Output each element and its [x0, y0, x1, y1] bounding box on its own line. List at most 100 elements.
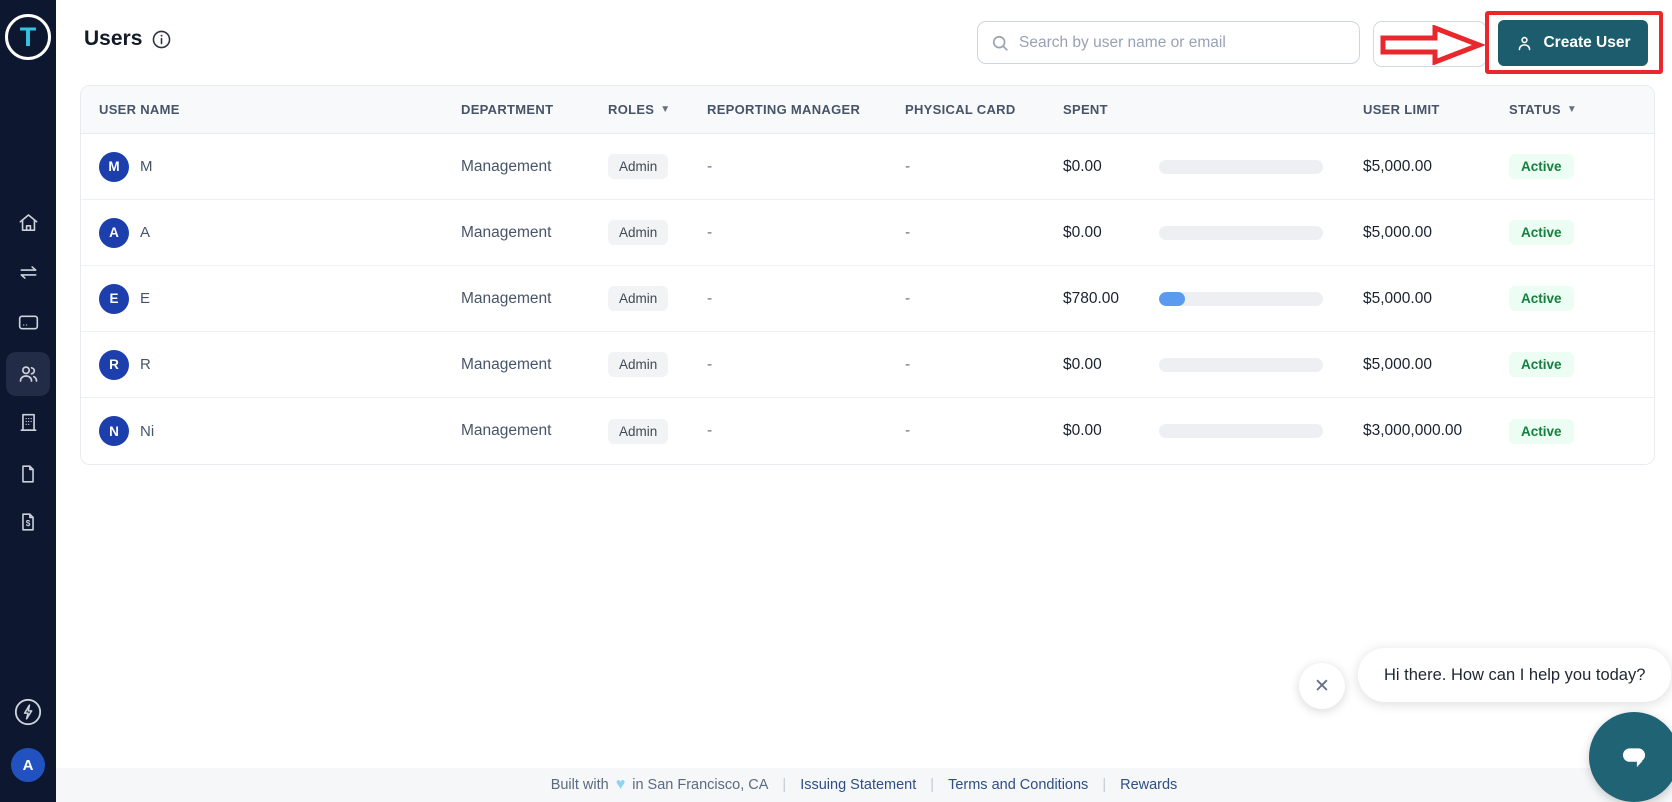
footer-separator: |	[782, 777, 787, 793]
department-cell: Management	[461, 422, 552, 439]
spent-cell: $780.00	[1063, 289, 1120, 307]
heart-icon: ♥	[615, 776, 626, 793]
role-badge: Admin	[608, 352, 669, 377]
user-avatar: A	[99, 217, 129, 248]
sidebar-item-home[interactable]	[6, 200, 50, 244]
building-icon	[19, 413, 37, 431]
create-user-button[interactable]: Create User	[1498, 20, 1648, 66]
sidebar: T $ A	[0, 0, 56, 802]
role-badge: Admin	[608, 286, 669, 311]
sidebar-item-company[interactable]	[6, 400, 50, 444]
users-icon	[19, 366, 38, 382]
footer-link-issuing-statement[interactable]: Issuing Statement	[800, 777, 916, 793]
department-cell: Management	[461, 355, 552, 373]
account-avatar[interactable]: A	[11, 748, 45, 782]
close-icon: ✕	[1314, 675, 1330, 697]
department-cell: Management	[461, 223, 552, 241]
table-body: M M Management Admin - - $0.00 $5,000.00…	[81, 134, 1654, 464]
app-logo[interactable]: T	[5, 14, 51, 60]
role-badge: Admin	[608, 418, 669, 444]
spent-cell: $0.00	[1063, 422, 1102, 439]
page-header: Users Create User	[56, 0, 1672, 85]
table-row[interactable]: A A Management Admin - - $0.00 $5,000.00…	[81, 200, 1654, 266]
footer-link-terms[interactable]: Terms and Conditions	[948, 777, 1088, 793]
sidebar-item-billing[interactable]: $	[6, 500, 50, 544]
column-header-department: DEPARTMENT	[461, 102, 554, 117]
table-row[interactable]: R R Management Admin - - $0.00 $5,000.00…	[81, 332, 1654, 398]
svg-text:$: $	[26, 519, 31, 528]
sidebar-item-users[interactable]	[6, 352, 50, 396]
chat-greeting-text: Hi there. How can I help you today?	[1384, 665, 1646, 684]
column-header-reporting-manager: REPORTING MANAGER	[707, 102, 861, 117]
chat-launcher-button[interactable]	[1589, 712, 1672, 802]
department-cell: Management	[461, 289, 552, 307]
search-icon	[992, 35, 1008, 51]
user-avatar: N	[99, 416, 129, 446]
column-header-user-name: USER NAME	[99, 102, 180, 117]
user-limit-cell: $5,000.00	[1363, 223, 1432, 241]
status-badge: Active	[1509, 286, 1574, 311]
users-table: USER NAME DEPARTMENT ROLES ▼ REPORTING MA…	[80, 85, 1655, 465]
user-name: M	[140, 158, 153, 175]
column-header-spent: SPENT	[1063, 102, 1108, 117]
invoice-dollar-icon: $	[22, 513, 34, 531]
page-title: Users	[84, 27, 143, 50]
spend-progress-fill	[1159, 291, 1186, 306]
role-badge: Admin	[608, 220, 669, 245]
chevron-down-icon: ▼	[660, 104, 671, 115]
footer-built-with: Built with ♥ in San Francisco, CA	[550, 776, 769, 793]
users-page: { "colors": { "accent_teal": "#1d5c6d", …	[0, 0, 1672, 802]
spent-cell: $0.00	[1063, 157, 1102, 175]
column-header-roles[interactable]: ROLES ▼	[608, 102, 707, 117]
table-row[interactable]: E E Management Admin - - $780.00 $5,000.…	[81, 266, 1654, 332]
user-name: Ni	[140, 422, 155, 440]
physical-card-cell: -	[905, 157, 911, 175]
user-name: R	[140, 356, 151, 373]
user-limit-cell: $5,000.00	[1363, 289, 1432, 307]
reporting-manager-cell: -	[707, 157, 713, 175]
person-icon	[1519, 36, 1531, 50]
create-user-label: Create User	[1543, 34, 1631, 51]
chat-greeting-bubble: Hi there. How can I help you today?	[1358, 648, 1672, 702]
sidebar-item-rewards[interactable]	[6, 690, 50, 734]
reporting-manager-cell: -	[707, 355, 713, 373]
status-badge: Active	[1509, 352, 1574, 377]
chat-close-button[interactable]: ✕	[1299, 663, 1345, 709]
spent-cell: $0.00	[1063, 223, 1102, 241]
sidebar-item-cards[interactable]	[6, 300, 50, 344]
app-logo-letter: T	[19, 21, 37, 52]
chevron-down-icon: ▼	[1566, 104, 1578, 115]
user-avatar: R	[99, 349, 129, 380]
footer-separator: |	[1102, 777, 1107, 793]
account-avatar-letter: A	[22, 756, 34, 774]
search-input[interactable]	[1019, 33, 1347, 52]
secondary-button[interactable]	[1373, 21, 1487, 67]
status-badge: Active	[1509, 220, 1574, 245]
sidebar-item-transactions[interactable]	[6, 250, 50, 294]
transfers-icon	[19, 265, 37, 279]
user-limit-cell: $3,000,000.00	[1363, 422, 1463, 439]
reporting-manager-cell: -	[707, 422, 713, 439]
physical-card-cell: -	[905, 355, 911, 373]
user-name: A	[140, 224, 151, 241]
column-header-status[interactable]: STATUS ▼	[1509, 102, 1654, 117]
user-avatar: M	[99, 151, 129, 182]
physical-card-cell: -	[905, 223, 911, 241]
power-bolt-icon	[14, 698, 42, 726]
spend-progress-bar	[1159, 225, 1323, 240]
spend-progress-bar	[1159, 357, 1323, 372]
table-row[interactable]: N Ni Management Admin - - $0.00 $3,000,0…	[81, 398, 1654, 464]
spend-progress-bar	[1159, 159, 1323, 174]
document-icon	[22, 465, 34, 483]
column-header-user-limit: USER LIMIT	[1363, 102, 1440, 117]
user-limit-cell: $5,000.00	[1363, 157, 1432, 175]
user-limit-cell: $5,000.00	[1363, 355, 1432, 373]
footer-link-rewards[interactable]: Rewards	[1120, 777, 1177, 793]
page-footer: Built with ♥ in San Francisco, CA | Issu…	[56, 768, 1672, 802]
info-icon[interactable]	[151, 29, 172, 50]
sidebar-item-documents[interactable]	[6, 452, 50, 496]
spend-progress-bar	[1159, 424, 1323, 438]
home-icon	[19, 213, 37, 231]
user-name: E	[140, 290, 151, 307]
table-row[interactable]: M M Management Admin - - $0.00 $5,000.00…	[81, 134, 1654, 200]
